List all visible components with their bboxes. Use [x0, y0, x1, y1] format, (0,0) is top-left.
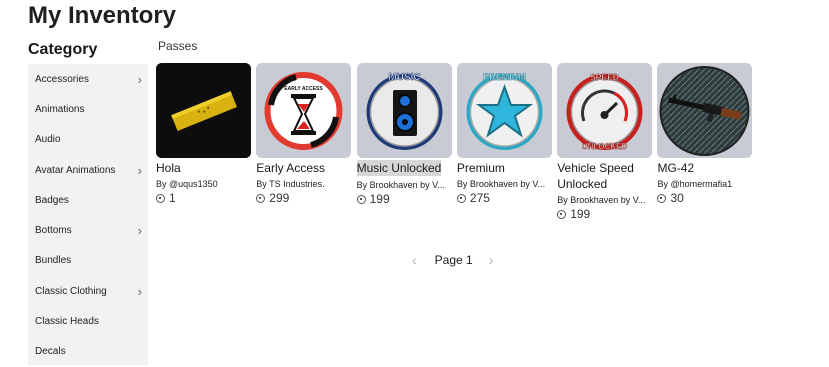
- sidebar-item-avatar-animations[interactable]: Avatar Animations ›: [28, 155, 148, 185]
- item-name: Premium: [456, 161, 505, 175]
- chevron-right-icon: ›: [137, 223, 142, 239]
- sidebar-item-audio[interactable]: Audio: [28, 125, 148, 155]
- item-price: 1: [156, 191, 251, 205]
- premium-text: PREMIUM: [483, 72, 526, 82]
- item-card[interactable]: EARLY ACCESS Early Access By TS Industri…: [256, 63, 352, 221]
- sidebar-item-bottoms[interactable]: Bottoms ›: [28, 215, 148, 245]
- item-price: 199: [557, 207, 652, 221]
- sidebar-item-label: Bottoms: [35, 225, 72, 237]
- sidebar-item-label: Avatar Animations: [35, 164, 116, 176]
- speedometer-icon: SPEED UNLOCKED: [557, 63, 653, 158]
- pagination: ‹ Page 1 ›: [412, 252, 493, 268]
- item-thumbnail[interactable]: EARLY ACCESS: [256, 63, 352, 158]
- sidebar-item-label: Accessories: [35, 73, 89, 85]
- robux-icon: [356, 194, 366, 204]
- music-text: MUSIC: [388, 72, 420, 83]
- sidebar-item-classic-heads[interactable]: Classic Heads: [28, 306, 148, 336]
- chevron-right-icon: ›: [137, 283, 142, 299]
- sidebar-item-label: Bundles: [35, 255, 72, 267]
- robux-icon: [657, 193, 667, 203]
- item-thumbnail[interactable]: MUSIC: [356, 63, 452, 158]
- sidebar-item-label: Badges: [35, 194, 69, 206]
- robux-icon: [557, 209, 567, 219]
- sidebar-item-label: Decals: [35, 346, 66, 358]
- sidebar-item-label: Animations: [35, 103, 85, 115]
- item-price: 299: [256, 191, 351, 205]
- item-thumbnail[interactable]: SPEED UNLOCKED: [557, 63, 653, 158]
- item-price: 199: [356, 192, 452, 206]
- item-price: 30: [657, 191, 752, 205]
- machine-gun-icon: [657, 63, 753, 158]
- item-price: 275: [456, 191, 552, 205]
- chevron-right-icon: ›: [137, 71, 142, 87]
- item-card[interactable]: MG-42 By @homermafia1 30: [657, 63, 753, 221]
- sidebar-item-badges[interactable]: Badges: [28, 185, 148, 215]
- item-thumbnail[interactable]: PREMIUM: [456, 63, 552, 158]
- item-card[interactable]: SPEED UNLOCKED Vehicle Speed Unlocked By…: [557, 63, 653, 221]
- page-title: My Inventory: [28, 2, 177, 29]
- hourglass-icon: EARLY ACCESS: [256, 63, 352, 158]
- prev-page-icon[interactable]: ‹: [412, 252, 417, 268]
- item-creator: By TS Industries.: [256, 179, 325, 189]
- item-grid: Hola By @uqus1350 1 EARLY ACCESS Early A…: [156, 63, 758, 221]
- early-access-text: EARLY ACCESS: [285, 86, 324, 92]
- item-creator: By Brookhaven by V...: [456, 179, 546, 189]
- category-heading: Category: [28, 41, 98, 58]
- item-name: Hola: [156, 161, 181, 175]
- sidebar-item-bundles[interactable]: Bundles: [28, 246, 148, 276]
- item-name: Vehicle Speed Unlocked: [557, 161, 634, 191]
- sidebar-item-animations[interactable]: Animations: [28, 94, 148, 124]
- sidebar-item-label: Audio: [35, 134, 61, 146]
- item-creator: By Brookhaven by V...: [356, 180, 445, 190]
- section-label: Passes: [158, 39, 198, 53]
- category-sidebar: Accessories › Animations Audio Avatar Ani…: [28, 64, 148, 365]
- page-indicator: Page 1: [434, 253, 473, 267]
- item-creator: By @uqus1350: [156, 179, 218, 189]
- item-card[interactable]: MUSIC Music Unlocked By Brookhaven by V.…: [356, 63, 452, 221]
- sidebar-item-label: Classic Heads: [35, 316, 99, 328]
- item-name: MG-42: [657, 161, 695, 175]
- item-name: Early Access: [256, 161, 325, 175]
- gold-bar-icon: [156, 63, 251, 158]
- item-card[interactable]: PREMIUM Premium By Brookhaven by V... 27…: [456, 63, 552, 221]
- item-creator: By @homermafia1: [657, 179, 733, 189]
- robux-icon: [456, 193, 466, 203]
- item-name: Music Unlocked: [356, 160, 442, 176]
- item-thumbnail[interactable]: [657, 63, 753, 158]
- unlocked-text: UNLOCKED: [582, 142, 628, 151]
- sidebar-item-label: Classic Clothing: [35, 285, 107, 297]
- item-card[interactable]: Hola By @uqus1350 1: [156, 63, 251, 221]
- chevron-right-icon: ›: [137, 162, 142, 178]
- speed-text: SPEED: [590, 72, 619, 82]
- item-creator: By Brookhaven by V...: [557, 195, 646, 205]
- sidebar-item-classic-clothing[interactable]: Classic Clothing ›: [28, 276, 148, 306]
- sidebar-item-decals[interactable]: Decals: [28, 337, 148, 367]
- next-page-icon[interactable]: ›: [489, 252, 494, 268]
- star-icon: PREMIUM: [456, 63, 552, 158]
- item-thumbnail[interactable]: [156, 63, 251, 158]
- sidebar-item-accessories[interactable]: Accessories ›: [28, 64, 148, 94]
- robux-icon: [156, 193, 165, 203]
- robux-icon: [256, 193, 266, 203]
- speaker-icon: MUSIC: [356, 63, 452, 158]
